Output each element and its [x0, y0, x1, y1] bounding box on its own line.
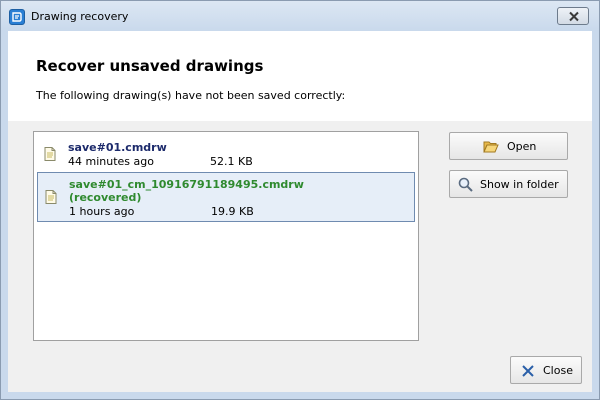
dialog-content: Recover unsaved drawings The following d…	[8, 31, 592, 392]
page-subtitle: The following drawing(s) have not been s…	[36, 89, 346, 102]
window-title: Drawing recovery	[31, 10, 129, 23]
show-in-folder-button[interactable]: Show in folder	[449, 170, 568, 198]
close-label: Close	[543, 364, 573, 377]
file-icon	[45, 190, 57, 204]
open-button[interactable]: Open	[449, 132, 568, 160]
drawing-recovery-window: Drawing recovery Recover unsaved drawing…	[0, 0, 600, 400]
dialog-header: Recover unsaved drawings The following d…	[8, 31, 592, 121]
list-item-selected[interactable]: save#01_cm_10916791189495.cmdrw (recover…	[37, 172, 415, 222]
app-icon	[9, 9, 25, 25]
folder-open-icon	[483, 141, 499, 153]
show-in-folder-label: Show in folder	[480, 178, 559, 191]
magnifier-icon	[458, 177, 473, 192]
file-size: 52.1 KB	[210, 155, 253, 168]
recovered-status: (recovered)	[69, 191, 142, 204]
window-close-button[interactable]	[557, 7, 589, 25]
file-icon	[44, 147, 56, 161]
file-age: 44 minutes ago	[68, 155, 154, 168]
file-size: 19.9 KB	[211, 205, 254, 218]
close-icon	[569, 11, 579, 22]
close-x-icon	[522, 365, 534, 377]
list-item[interactable]: save#01.cmdrw 44 minutes ago 52.1 KB	[37, 136, 415, 172]
open-label: Open	[507, 140, 537, 153]
close-button[interactable]: Close	[510, 356, 582, 384]
file-age: 1 hours ago	[69, 205, 135, 218]
page-title: Recover unsaved drawings	[36, 57, 264, 75]
drawings-list[interactable]: save#01.cmdrw 44 minutes ago 52.1 KB sav…	[33, 131, 419, 341]
file-name: save#01.cmdrw	[68, 141, 167, 154]
title-bar[interactable]: Drawing recovery	[1, 1, 599, 31]
file-name: save#01_cm_10916791189495.cmdrw	[69, 178, 304, 191]
